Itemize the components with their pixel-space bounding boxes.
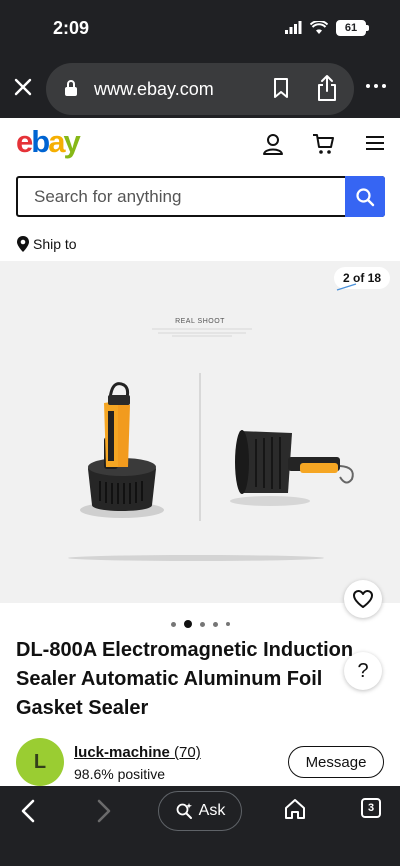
search-button[interactable] <box>345 176 385 217</box>
ship-to-label: Ship to <box>33 236 77 252</box>
image-gallery[interactable]: 2 of 18 REAL SHOOT <box>0 261 400 603</box>
lock-icon <box>65 80 77 96</box>
address-bar[interactable]: www.ebay.com <box>46 63 354 115</box>
menu-icon[interactable] <box>364 132 386 154</box>
status-time: 2:09 <box>53 18 90 38</box>
pagination-dot-active[interactable] <box>183 620 192 628</box>
share-icon[interactable] <box>316 74 338 102</box>
forward-arrow-icon[interactable] <box>92 798 114 824</box>
user-icon[interactable] <box>261 132 285 156</box>
ebay-logo[interactable]: ebay <box>16 124 81 160</box>
seller-name-link[interactable]: luck-machine (70) <box>74 744 201 761</box>
message-seller-button[interactable]: Message <box>288 746 384 778</box>
site-header: ebay <box>0 118 400 168</box>
gallery-pagination <box>0 620 400 628</box>
ship-to-link[interactable]: Ship to <box>16 235 77 253</box>
pagination-dot[interactable] <box>170 621 176 627</box>
browser-bottom-bar: Ask 3 <box>0 786 400 866</box>
pagination-dot[interactable] <box>212 621 218 627</box>
pagination-dot[interactable] <box>199 621 205 627</box>
status-bar: 2:09 61 <box>0 0 400 60</box>
search-bar <box>16 176 385 217</box>
heart-icon <box>353 590 373 608</box>
more-options-icon[interactable] <box>366 80 388 92</box>
add-to-watchlist-button[interactable] <box>344 580 382 618</box>
battery-icon: 61 <box>336 20 369 36</box>
ai-search-icon <box>176 803 192 819</box>
location-pin-icon <box>17 236 29 252</box>
ask-button[interactable]: Ask <box>158 791 242 831</box>
seller-name: luck-machine <box>74 744 170 761</box>
seller-positive-rating: 98.6% positive <box>74 766 166 782</box>
close-tab-button[interactable] <box>10 74 36 100</box>
product-image <box>68 373 354 561</box>
search-input[interactable] <box>18 178 345 215</box>
seller-avatar[interactable]: L <box>16 738 64 786</box>
pagination-dot[interactable] <box>225 622 230 626</box>
browser-toolbar: www.ebay.com <box>0 60 400 118</box>
close-icon <box>14 78 32 96</box>
back-arrow-icon[interactable] <box>18 798 40 824</box>
question-icon: ? <box>357 659 369 682</box>
ask-label: Ask <box>198 802 226 819</box>
seller-card: L luck-machine (70) 98.6% positive Messa… <box>16 738 386 788</box>
home-icon[interactable] <box>284 798 306 820</box>
listing-title: DL-800A Electromagnetic Induction Sealer… <box>16 639 354 719</box>
wifi-icon <box>310 21 328 34</box>
cart-icon[interactable] <box>312 132 336 156</box>
seller-feedback-count: (70) <box>174 744 201 761</box>
status-icons: 61 <box>284 20 369 36</box>
signal-icon <box>285 21 302 34</box>
help-button[interactable]: ? <box>344 652 382 690</box>
bookmark-icon[interactable] <box>272 77 290 99</box>
tab-switcher-button[interactable]: 3 <box>361 798 381 818</box>
search-icon <box>356 187 375 206</box>
url-text: www.ebay.com <box>94 79 214 99</box>
